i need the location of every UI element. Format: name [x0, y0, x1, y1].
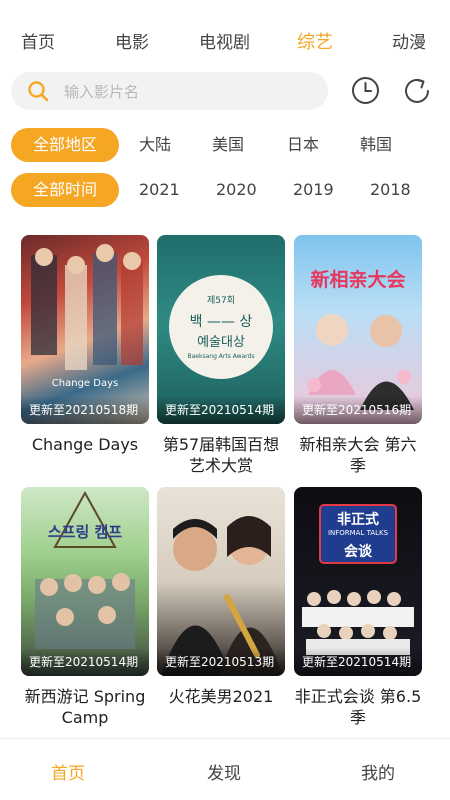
search-icon [28, 81, 49, 102]
update-badge: 更新至20210514期 [294, 648, 422, 676]
region-chip-usa[interactable]: 美国 [212, 128, 244, 162]
poster-image: 更新至20210513期 [157, 487, 285, 676]
bottom-nav: 首页 发现 我的 [0, 738, 450, 800]
tab-tv-series[interactable]: 电视剧 [199, 28, 250, 53]
tab-variety[interactable]: 综艺 [297, 28, 333, 54]
search-placeholder: 输入影片名 [64, 83, 140, 101]
region-chip-all[interactable]: 全部地区 [11, 128, 119, 162]
time-chip-2020[interactable]: 2020 [216, 173, 257, 207]
poster-image: 제57회 백 —— 상 예술대상 Baeksang Arts Awards 更新… [157, 235, 285, 424]
update-badge: 更新至20210513期 [157, 648, 285, 676]
poster-image: Change Days 更新至20210518期 [21, 235, 149, 424]
poster-caption: Change Days [51, 378, 119, 389]
poster-image: 新相亲大会 更新至20210516期 [294, 235, 422, 424]
bottom-tab-discover[interactable]: 发现 [207, 759, 241, 784]
show-card[interactable]: 제57회 백 —— 상 예술대상 Baeksang Arts Awards 更新… [157, 235, 285, 476]
poster-caption-4: Baeksang Arts Awards [187, 353, 255, 360]
poster-caption-1: 제57회 [206, 296, 235, 306]
region-filter: 全部地区 大陆 美国 日本 韩国 [0, 128, 450, 162]
update-badge: 更新至20210514期 [157, 396, 285, 424]
time-filter: 全部时间 2021 2020 2019 2018 [0, 173, 450, 207]
region-chip-japan[interactable]: 日本 [287, 128, 319, 162]
poster-caption-2: 백 —— 상 [189, 314, 253, 330]
region-chip-korea[interactable]: 韩国 [360, 128, 392, 162]
poster-caption: 新相亲大会 [310, 269, 406, 291]
top-tab-bar: 首页 电影 电视剧 综艺 动漫 [0, 28, 450, 60]
show-card[interactable]: 新相亲大会 更新至20210516期 新相亲大会 第六季 [294, 235, 422, 476]
update-badge: 更新至20210518期 [21, 396, 149, 424]
show-title: 第57届韩国百想艺术大赏 [162, 435, 280, 475]
show-title: 新西游记 Spring Camp [24, 687, 146, 727]
update-badge: 更新至20210514期 [21, 648, 149, 676]
update-badge: 更新至20210516期 [294, 396, 422, 424]
history-icon[interactable] [351, 76, 380, 105]
poster-caption-1: 非正式 [337, 512, 379, 528]
show-card[interactable]: 스프링 캠프 更新至20210514期 新西游记 Spring Camp [21, 487, 149, 728]
search-input[interactable]: 输入影片名 [11, 72, 328, 110]
region-chip-mainland[interactable]: 大陆 [139, 128, 171, 162]
show-title: Change Days [31, 435, 139, 454]
poster-image: 非正式 INFORMAL TALKS 会谈 更新至20210514期 [294, 487, 422, 676]
poster-caption-2: INFORMAL TALKS [327, 529, 389, 537]
time-chip-2018[interactable]: 2018 [370, 173, 411, 207]
show-title: 火花美男2021 [168, 687, 274, 706]
poster-image: 스프링 캠프 更新至20210514期 [21, 487, 149, 676]
poster-caption: 스프링 캠프 [47, 523, 123, 541]
show-title: 非正式会谈 第6.5季 [294, 687, 422, 727]
poster-caption-3: 예술대상 [197, 335, 245, 350]
tab-home[interactable]: 首页 [21, 28, 55, 53]
tab-movies[interactable]: 电影 [115, 28, 149, 53]
time-chip-2021[interactable]: 2021 [139, 173, 180, 207]
time-chip-2019[interactable]: 2019 [293, 173, 334, 207]
time-chip-all[interactable]: 全部时间 [11, 173, 119, 207]
bottom-tab-mine[interactable]: 我的 [361, 759, 395, 784]
show-title: 新相亲大会 第六季 [299, 435, 417, 475]
search-row: 输入影片名 [0, 72, 450, 112]
show-card[interactable]: Change Days 更新至20210518期 Change Days [21, 235, 149, 455]
bottom-tab-home[interactable]: 首页 [51, 759, 85, 784]
poster-caption-3: 会谈 [344, 544, 372, 560]
show-card[interactable]: 更新至20210513期 火花美男2021 [157, 487, 285, 707]
refresh-icon[interactable] [402, 76, 432, 106]
tab-anime[interactable]: 动漫 [392, 28, 426, 53]
show-card[interactable]: 非正式 INFORMAL TALKS 会谈 更新至20210514期 非正式会谈… [294, 487, 422, 728]
